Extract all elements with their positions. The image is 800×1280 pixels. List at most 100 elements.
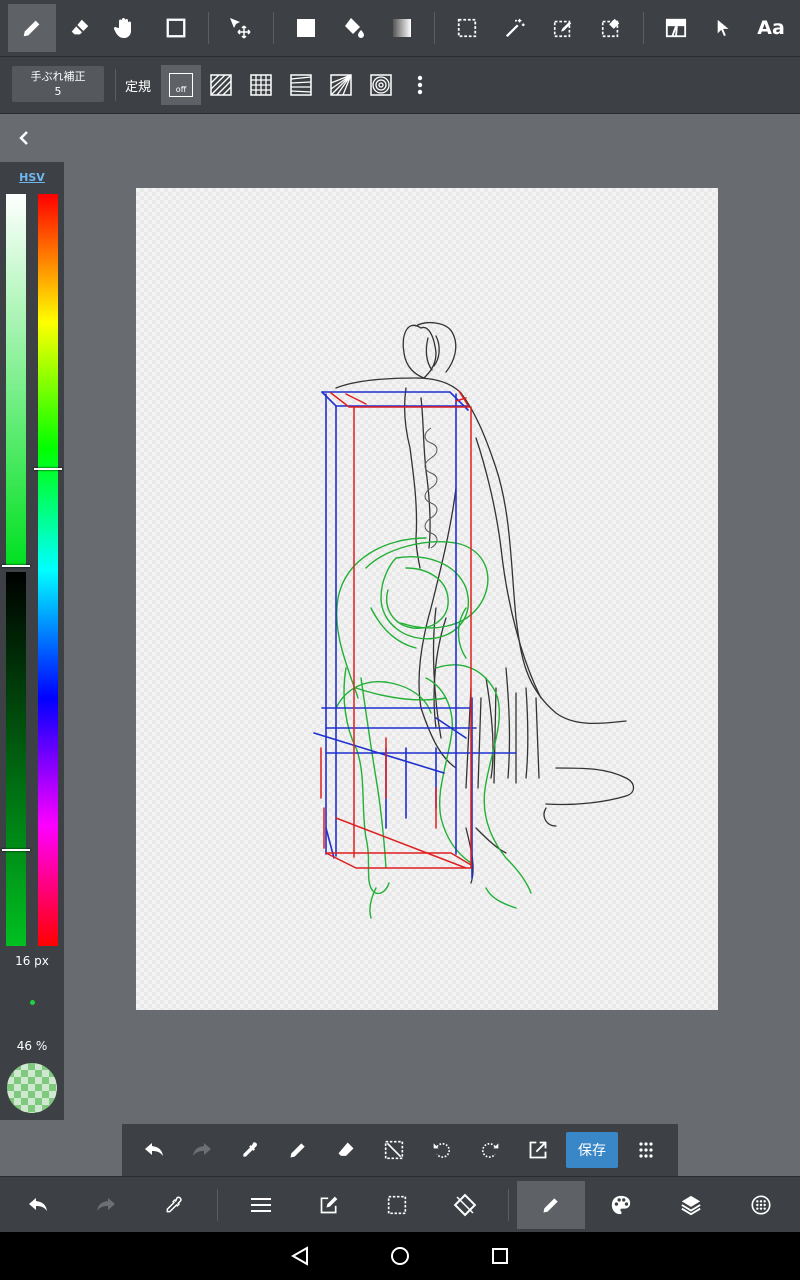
brush-button[interactable] bbox=[517, 1181, 585, 1229]
move-tool-button[interactable] bbox=[216, 4, 264, 52]
rotate-left-icon bbox=[433, 1142, 451, 1158]
menu-button[interactable] bbox=[227, 1181, 295, 1229]
export-button[interactable] bbox=[518, 1130, 558, 1170]
hand-tool-button[interactable] bbox=[100, 4, 148, 52]
redo-button[interactable] bbox=[182, 1130, 222, 1170]
nav-recents-button[interactable] bbox=[476, 1236, 524, 1276]
saturation-handle[interactable] bbox=[2, 565, 30, 567]
select-eraser-icon bbox=[601, 18, 620, 38]
separator bbox=[217, 1189, 218, 1221]
bucket-tool-button[interactable] bbox=[330, 4, 378, 52]
perspective-2-icon bbox=[330, 74, 352, 96]
recents-square-icon bbox=[492, 1248, 508, 1264]
stabilizer-button[interactable]: 手ぶれ補正 5 bbox=[12, 66, 104, 102]
pointer-tool-button[interactable] bbox=[700, 4, 748, 52]
collapse-panel-button[interactable] bbox=[12, 126, 36, 150]
eyedropper-icon bbox=[166, 1196, 182, 1213]
separator bbox=[208, 12, 209, 44]
eyedropper-icon bbox=[243, 1142, 257, 1157]
undo-button[interactable] bbox=[4, 1181, 72, 1229]
value-slider[interactable] bbox=[6, 572, 26, 946]
layers-button[interactable] bbox=[657, 1181, 725, 1229]
pen-icon bbox=[23, 20, 40, 37]
brush-size-label[interactable]: 16 px bbox=[0, 954, 64, 968]
undo-button[interactable] bbox=[134, 1130, 174, 1170]
eraser-icon bbox=[71, 19, 89, 35]
color-mode-toggle[interactable]: HSV bbox=[0, 171, 64, 184]
hue-handle[interactable] bbox=[34, 468, 62, 470]
ruler-off-button[interactable]: off bbox=[161, 65, 201, 105]
magic-wand-tool-button[interactable] bbox=[491, 4, 539, 52]
value-handle[interactable] bbox=[2, 849, 30, 851]
select-rect-tool-button[interactable] bbox=[443, 4, 491, 52]
bucket-icon bbox=[345, 18, 364, 38]
selection-icon bbox=[387, 1195, 407, 1215]
layer-frame-tool-button[interactable] bbox=[652, 4, 700, 52]
pen-tool-button[interactable] bbox=[8, 4, 56, 52]
top-toolbar: Aa bbox=[0, 0, 800, 57]
save-button[interactable]: 保存 bbox=[566, 1132, 618, 1168]
select-eraser-tool-button[interactable] bbox=[587, 4, 635, 52]
move-icon bbox=[230, 18, 251, 39]
rotate-left-button[interactable] bbox=[422, 1130, 462, 1170]
eyedropper-button[interactable] bbox=[140, 1181, 208, 1229]
rotate-right-button[interactable] bbox=[470, 1130, 510, 1170]
current-color-swatch[interactable] bbox=[7, 1063, 57, 1113]
ruler-concentric-button[interactable] bbox=[361, 65, 401, 105]
export-icon bbox=[529, 1141, 547, 1159]
palette-icon bbox=[611, 1195, 631, 1215]
opacity-label[interactable]: 46 % bbox=[0, 1039, 64, 1053]
settings-button[interactable] bbox=[727, 1181, 795, 1229]
ruler-perspective-button[interactable] bbox=[281, 65, 321, 105]
eyedropper-button[interactable] bbox=[230, 1130, 270, 1170]
separator bbox=[434, 12, 435, 44]
select-rect-icon bbox=[457, 18, 477, 38]
quick-action-bar: 保存 bbox=[122, 1124, 678, 1176]
pen-icon bbox=[290, 1143, 305, 1158]
brush-icon bbox=[543, 1198, 558, 1213]
palette-button[interactable] bbox=[587, 1181, 655, 1229]
layer-frame-icon bbox=[665, 18, 687, 38]
ruler-parallel-button[interactable] bbox=[201, 65, 241, 105]
home-circle-icon bbox=[391, 1247, 409, 1265]
more-options-button[interactable] bbox=[400, 65, 440, 105]
text-tool-button[interactable]: Aa bbox=[747, 4, 795, 52]
select-pen-tool-button[interactable] bbox=[539, 4, 587, 52]
pointer-icon bbox=[717, 19, 729, 37]
nav-home-button[interactable] bbox=[376, 1236, 424, 1276]
eraser-button[interactable] bbox=[326, 1130, 366, 1170]
fill-rect-tool-button[interactable] bbox=[282, 4, 330, 52]
rectangle-tool-button[interactable] bbox=[152, 4, 200, 52]
hue-slider[interactable] bbox=[38, 194, 58, 946]
ruler-grid-button[interactable] bbox=[241, 65, 281, 105]
redo-button[interactable] bbox=[72, 1181, 140, 1229]
grid-menu-icon bbox=[639, 1142, 653, 1158]
separator bbox=[273, 12, 274, 44]
redo-icon bbox=[193, 1143, 211, 1156]
more-vertical-icon bbox=[417, 75, 423, 95]
sub-toolbar: 手ぶれ補正 5 定規 off bbox=[0, 57, 800, 114]
drawing-canvas[interactable] bbox=[136, 188, 718, 1010]
ruler-perspective2-button[interactable] bbox=[321, 65, 361, 105]
fill-rect-icon bbox=[297, 19, 315, 37]
brush-preview-dot bbox=[30, 1000, 35, 1005]
perspective-lines-icon bbox=[290, 74, 312, 96]
grid-menu-button[interactable] bbox=[626, 1130, 666, 1170]
eraser-icon bbox=[338, 1142, 354, 1156]
rotate-right-icon bbox=[481, 1142, 499, 1158]
text-icon: Aa bbox=[757, 17, 785, 39]
android-nav-bar bbox=[0, 1232, 800, 1280]
hand-icon bbox=[113, 18, 131, 38]
clear-selection-button[interactable] bbox=[374, 1130, 414, 1170]
eraser-tool-button[interactable] bbox=[56, 4, 104, 52]
sketch-artwork bbox=[313, 321, 635, 919]
selection-button[interactable] bbox=[363, 1181, 431, 1229]
pen-button[interactable] bbox=[278, 1130, 318, 1170]
stabilizer-value: 5 bbox=[54, 85, 62, 98]
edit-button[interactable] bbox=[295, 1181, 363, 1229]
saturation-slider[interactable] bbox=[6, 194, 26, 566]
ruler-off-text: off bbox=[175, 85, 187, 94]
transform-button[interactable] bbox=[431, 1181, 499, 1229]
nav-back-button[interactable] bbox=[276, 1236, 324, 1276]
gradient-tool-button[interactable] bbox=[378, 4, 426, 52]
